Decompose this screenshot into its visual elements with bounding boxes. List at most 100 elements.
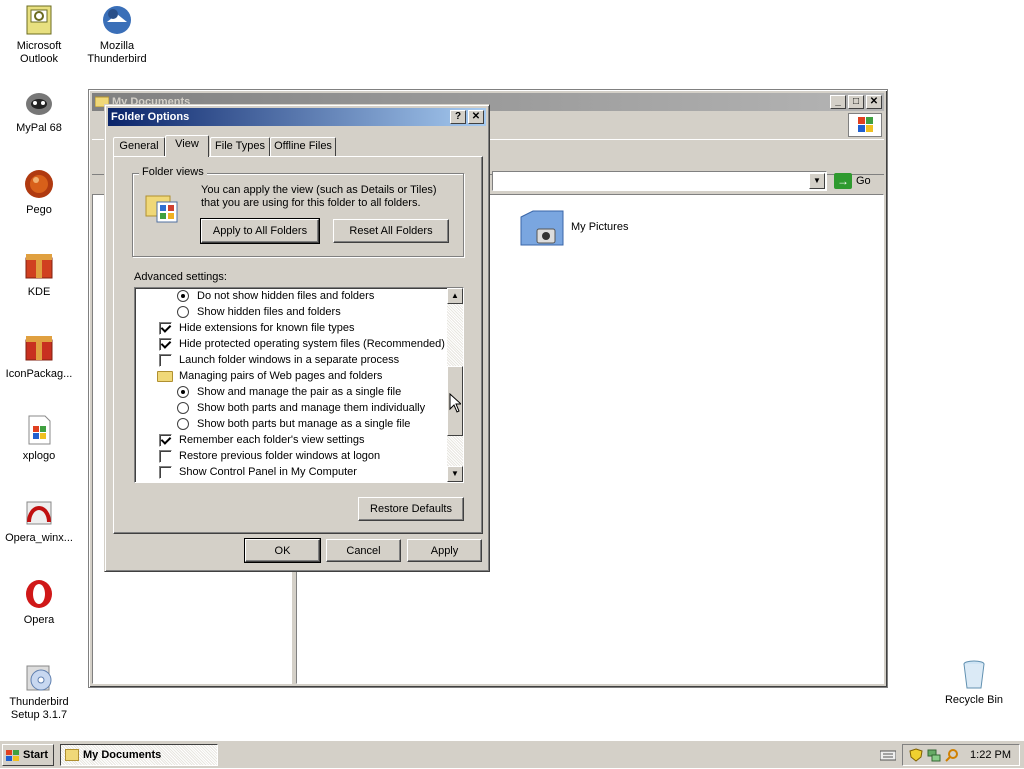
- desktop-icon-mypal[interactable]: MyPal 68: [0, 86, 78, 135]
- system-tray: 1:22 PM: [902, 744, 1020, 766]
- checkbox[interactable]: [159, 338, 172, 351]
- start-label: Start: [23, 749, 49, 761]
- list-item-label: Launch folder windows in a separate proc…: [179, 354, 400, 366]
- desktop-icon-opera-installer[interactable]: Opera_winx...: [0, 496, 78, 545]
- pego-icon: [23, 168, 55, 200]
- desktop-icon-recycle-bin[interactable]: Recycle Bin: [935, 658, 1013, 707]
- outlook-icon: [23, 4, 55, 36]
- list-item-label: Hide extensions for known file types: [179, 322, 355, 334]
- my-pictures-label: My Pictures: [571, 221, 629, 233]
- desktop-icon-label: KDE: [27, 286, 51, 298]
- desktop-icon-label: Opera: [23, 614, 55, 626]
- list-item-label: Hide protected operating system files (R…: [179, 338, 445, 350]
- windows-flag-icon: [6, 749, 20, 761]
- desktop-icon-iconpackager[interactable]: IconPackag...: [0, 332, 78, 381]
- start-button[interactable]: Start: [2, 744, 54, 766]
- mouse-cursor-icon: [449, 392, 463, 413]
- address-input[interactable]: ▼: [492, 171, 827, 191]
- restore-defaults-button[interactable]: Restore Defaults: [358, 497, 464, 521]
- desktop-icon-label: Outlook: [20, 53, 58, 65]
- radio-button[interactable]: [177, 402, 189, 414]
- desktop-icon-label: MyPal 68: [16, 122, 62, 134]
- reset-all-folders-button[interactable]: Reset All Folders: [333, 219, 449, 243]
- clock[interactable]: 1:22 PM: [970, 745, 1011, 765]
- go-arrow-icon: →: [834, 173, 852, 189]
- taskbar-item-label: My Documents: [83, 749, 162, 761]
- desktop-icon-kde[interactable]: KDE: [0, 250, 78, 299]
- advanced-list-scrollbar[interactable]: ▲ ▼: [447, 288, 463, 482]
- list-item-label: Show both parts but manage as a single f…: [197, 418, 411, 430]
- list-item-label: Show Control Panel in My Computer: [179, 466, 357, 478]
- go-button[interactable]: → Go: [832, 171, 880, 191]
- my-pictures-item[interactable]: My Pictures: [519, 207, 659, 251]
- desktop-icon-label: Thunderbird: [87, 53, 147, 65]
- tab-general[interactable]: General: [113, 137, 165, 156]
- scroll-up-button[interactable]: ▲: [447, 288, 463, 304]
- maximize-button[interactable]: □: [848, 95, 864, 109]
- view-tab-panel: Folder views You can apply the view (suc…: [113, 156, 483, 534]
- security-shield-icon[interactable]: [909, 748, 923, 762]
- list-item-label: Show hidden files and folders: [197, 306, 341, 318]
- checkbox[interactable]: [159, 450, 172, 463]
- tab-view[interactable]: View: [165, 135, 209, 157]
- checkbox[interactable]: [159, 322, 172, 335]
- desktop-icon-label: Thunderbird: [9, 696, 69, 708]
- thunderbird-icon: [101, 4, 133, 36]
- desktop-icon-label: Opera_winx...: [5, 532, 73, 544]
- checkbox[interactable]: [159, 434, 172, 447]
- apply-to-all-folders-button[interactable]: Apply to All Folders: [201, 219, 319, 243]
- help-button[interactable]: ?: [450, 110, 466, 124]
- close-button[interactable]: ✕: [866, 95, 882, 109]
- list-item-label: Show both parts and manage them individu…: [197, 402, 426, 414]
- radio-button[interactable]: [177, 306, 189, 318]
- search-icon[interactable]: [945, 748, 959, 762]
- radio-button[interactable]: [177, 386, 189, 398]
- desktop-icon-label: Recycle Bin: [944, 694, 1004, 706]
- kde-icon: [23, 250, 55, 282]
- keyboard-icon[interactable]: [879, 749, 897, 761]
- checkbox[interactable]: [159, 354, 172, 367]
- cancel-button[interactable]: Cancel: [326, 539, 401, 562]
- desktop-icon-label: Microsoft: [16, 40, 62, 52]
- list-item-label: Do not show hidden files and folders: [197, 290, 375, 302]
- opera-installer-icon: [23, 496, 55, 528]
- network-icon[interactable]: [927, 748, 941, 762]
- folder-options-dialog: Folder Options ? ✕ General View File Typ…: [104, 104, 490, 572]
- recycle-bin-icon: [958, 658, 990, 690]
- desktop-icon-microsoft-outlook[interactable]: Microsoft Outlook: [0, 4, 78, 66]
- tab-file-types[interactable]: File Types: [210, 137, 270, 156]
- address-dropdown-button[interactable]: ▼: [809, 173, 825, 189]
- apply-button[interactable]: Apply: [407, 539, 482, 562]
- checkbox[interactable]: [159, 466, 172, 479]
- thunderbird-setup-icon: [23, 660, 55, 692]
- folder-views-icon: [145, 190, 179, 224]
- iconpackager-icon: [23, 332, 55, 364]
- my-pictures-folder-icon: [519, 207, 567, 249]
- folder-views-group: Folder views You can apply the view (suc…: [132, 166, 464, 257]
- mypal-icon: [23, 86, 55, 118]
- folder-icon: [157, 371, 173, 382]
- dialog-close-button[interactable]: ✕: [468, 110, 484, 124]
- minimize-button[interactable]: _: [830, 95, 846, 109]
- xplogo-icon: [23, 414, 55, 446]
- desktop-icon-mozilla-thunderbird[interactable]: Mozilla Thunderbird: [78, 4, 156, 66]
- folder-views-title: Folder views: [139, 166, 207, 178]
- desktop-icon-opera[interactable]: Opera: [0, 578, 78, 627]
- taskbar: Start My Documents 1:22 PM: [0, 740, 1024, 768]
- desktop-icon-thunderbird-setup[interactable]: Thunderbird Setup 3.1.7: [0, 660, 78, 722]
- windows-logo: [848, 113, 882, 137]
- desktop-icon-label: Pego: [26, 204, 52, 216]
- taskbar-item-my-documents[interactable]: My Documents: [60, 744, 218, 766]
- desktop-icon-pego[interactable]: Pego: [0, 168, 78, 217]
- radio-button[interactable]: [177, 290, 189, 302]
- radio-button[interactable]: [177, 418, 189, 430]
- ok-button[interactable]: OK: [244, 538, 321, 563]
- folder-views-description: You can apply the view (such as Details …: [201, 184, 437, 209]
- desktop-icon-label: IconPackag...: [5, 368, 73, 380]
- dialog-titlebar[interactable]: Folder Options ? ✕: [108, 108, 486, 126]
- tab-offline-files[interactable]: Offline Files: [270, 137, 336, 156]
- desktop-icon-xplogo[interactable]: xplogo: [0, 414, 78, 463]
- scroll-down-button[interactable]: ▼: [447, 466, 463, 482]
- list-item-label: Restore previous folder windows at logon: [179, 450, 381, 462]
- list-item-label: Managing pairs of Web pages and folders: [179, 370, 383, 382]
